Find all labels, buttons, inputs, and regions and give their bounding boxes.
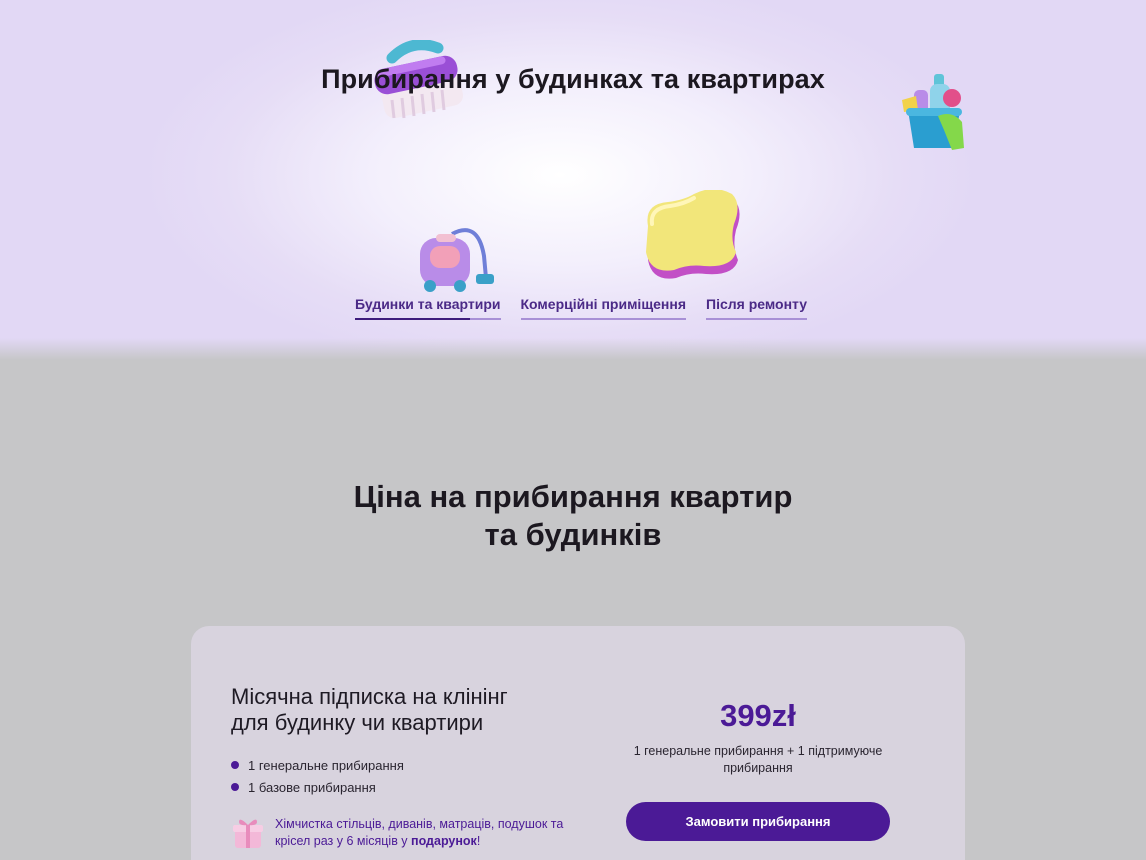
- tab-label: Комерційні приміщення: [520, 296, 686, 312]
- gift-box-icon: [233, 819, 263, 848]
- pricing-section-title: Ціна на прибирання квартир та будинків: [0, 478, 1146, 554]
- price-note: 1 генеральне прибирання + 1 підтримуюче …: [633, 744, 883, 775]
- gift-text-bold: подарунок: [411, 834, 477, 848]
- gift-offer: Хімчистка стільців, диванів, матраців, п…: [231, 816, 575, 850]
- feature-item: 1 генеральне прибирання: [231, 754, 404, 776]
- card-title: Місячна підписка на клінінг для будинку …: [231, 684, 591, 736]
- subscription-card: Місячна підписка на клінінг для будинку …: [191, 626, 965, 860]
- tab-houses-apartments[interactable]: Будинки та квартири: [355, 296, 501, 320]
- vacuum-cleaner-icon: [420, 228, 494, 292]
- bullet-icon: [231, 783, 239, 791]
- pricing-title-line-2: та будинків: [484, 517, 662, 552]
- gift-text-end: !: [476, 834, 481, 848]
- tab-underline: [706, 318, 808, 320]
- card-title-line-1: Місячна підписка на клінінг: [231, 684, 508, 709]
- tab-commercial-premises[interactable]: Комерційні приміщення: [520, 296, 686, 320]
- card-title-line-2: для будинку чи квартири: [231, 710, 484, 735]
- gift-text: Хімчистка стільців, диванів, матраців, п…: [275, 816, 575, 850]
- bullet-icon: [231, 761, 239, 769]
- tab-underline: [520, 318, 686, 320]
- hero-title: Прибирання у будинках та квартирах: [321, 64, 825, 94]
- tab-after-renovation[interactable]: Після ремонту: [706, 296, 808, 320]
- feature-item: 1 базове прибирання: [231, 776, 404, 798]
- feature-text: 1 генеральне прибирання: [248, 757, 404, 773]
- price-value: 399zł: [720, 698, 796, 733]
- hero-section: Прибирання у будинках та квартирах Будин…: [0, 0, 1146, 360]
- feature-list: 1 генеральне прибирання 1 базове прибира…: [231, 754, 404, 798]
- tab-label: Після ремонту: [706, 296, 808, 312]
- tab-label: Будинки та квартири: [355, 296, 501, 312]
- sponge-icon: [646, 190, 740, 279]
- feature-text: 1 базове прибирання: [248, 779, 376, 795]
- pricing-title-line-1: Ціна на прибирання квартир: [353, 479, 793, 514]
- tab-progress-fill: [355, 318, 470, 320]
- category-tabs: Будинки та квартири Комерційні приміщенн…: [355, 296, 808, 320]
- order-cleaning-button[interactable]: Замовити прибирання: [626, 802, 890, 841]
